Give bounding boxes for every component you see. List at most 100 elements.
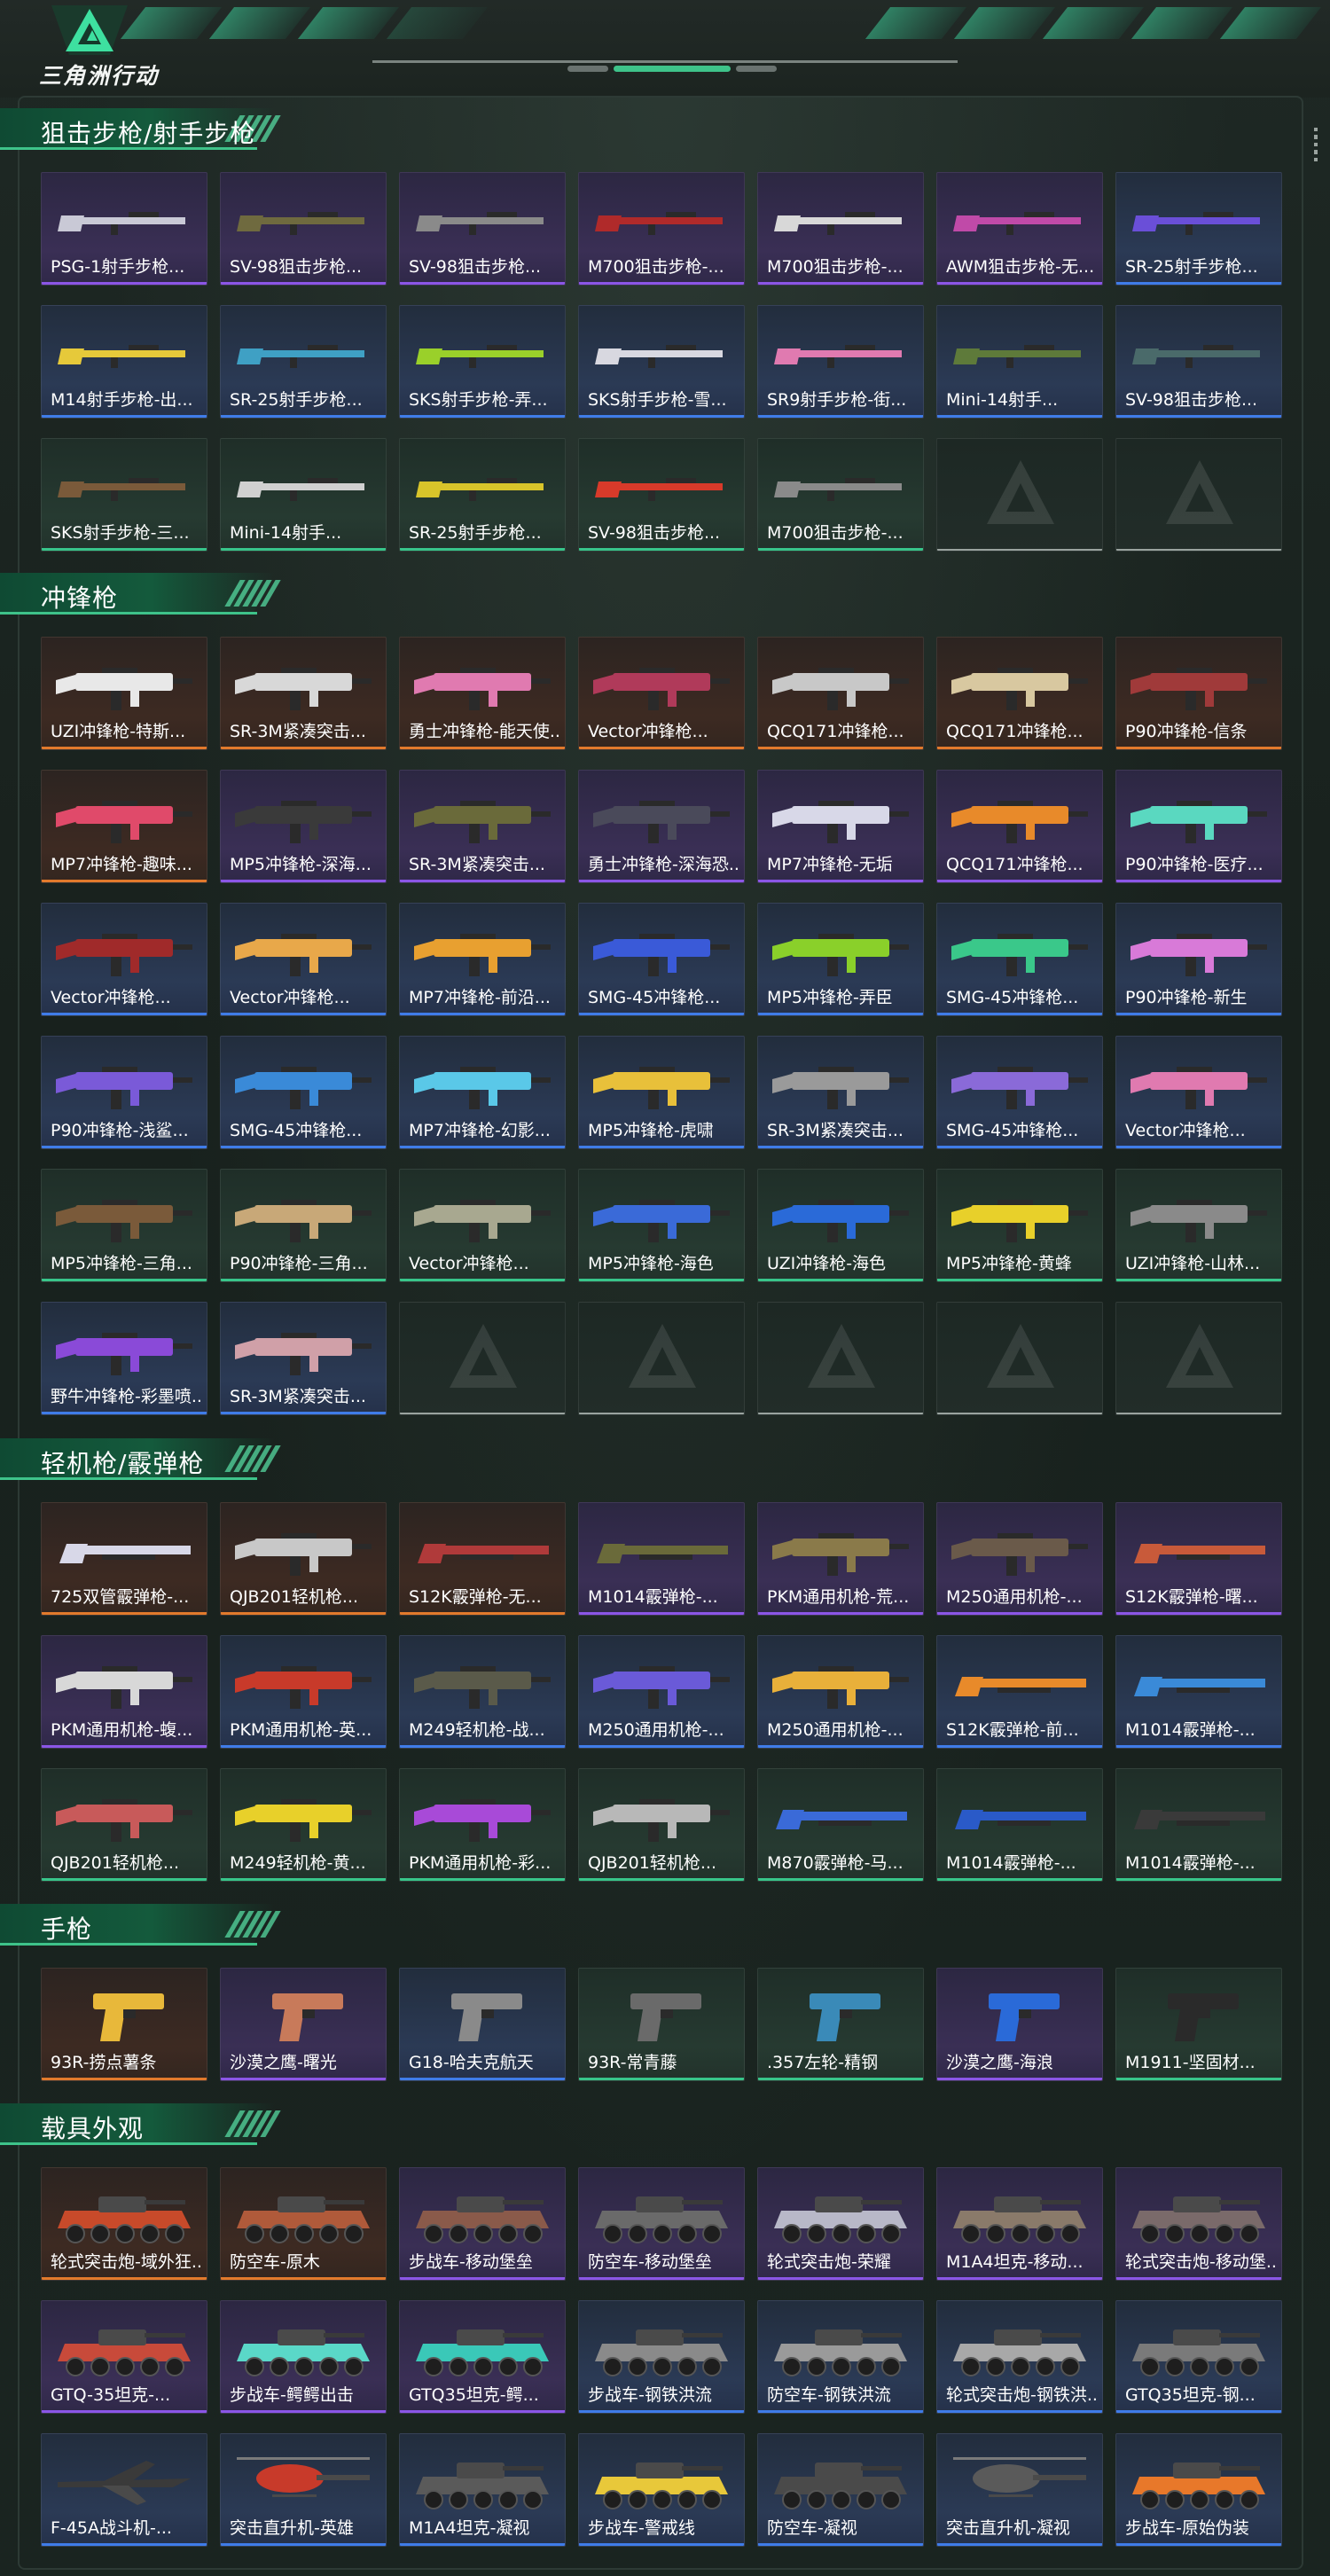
skin-card[interactable]: M1014霰弹枪-...: [1115, 1635, 1282, 1749]
skin-card[interactable]: P90冲锋枪-信条: [1115, 637, 1282, 750]
skin-card[interactable]: GTQ35坦克-钢...: [1115, 2300, 1282, 2414]
skin-card[interactable]: MP7冲锋枪-幻影...: [399, 1036, 566, 1149]
skin-card[interactable]: M250通用机枪-...: [578, 1635, 745, 1749]
skin-card[interactable]: M700狙击步枪-...: [578, 172, 745, 286]
skin-card[interactable]: 步战车-移动堡垒: [399, 2167, 566, 2281]
skin-card[interactable]: QCQ171冲锋枪...: [757, 637, 924, 750]
skin-card[interactable]: Mini-14射手...: [220, 438, 387, 552]
skin-card[interactable]: 93R-捞点薯条: [41, 1968, 207, 2081]
skin-card[interactable]: 步战车-原始伪装: [1115, 2433, 1282, 2547]
skin-card[interactable]: M700狙击步枪-...: [757, 172, 924, 286]
skin-card[interactable]: Vector冲锋枪...: [1115, 1036, 1282, 1149]
skin-card[interactable]: 步战车-鳄鳄出击: [220, 2300, 387, 2414]
skin-card[interactable]: .357左轮-精钢: [757, 1968, 924, 2081]
skin-card[interactable]: M700狙击步枪-...: [757, 438, 924, 552]
skin-card[interactable]: AWM狙击步枪-无...: [936, 172, 1103, 286]
skin-card[interactable]: QCQ171冲锋枪...: [936, 637, 1103, 750]
skin-card[interactable]: UZI冲锋枪-山林...: [1115, 1169, 1282, 1282]
skin-card[interactable]: SKS射手步枪-弄...: [399, 305, 566, 419]
skin-card[interactable]: SV-98狙击步枪...: [578, 438, 745, 552]
skin-card[interactable]: MP5冲锋枪-黄蜂: [936, 1169, 1103, 1282]
skin-card[interactable]: MP5冲锋枪-海色: [578, 1169, 745, 1282]
skin-card[interactable]: PKM通用机枪-荒...: [757, 1502, 924, 1616]
skin-card[interactable]: M249轻机枪-黄...: [220, 1768, 387, 1882]
skin-card[interactable]: 沙漠之鹰-曙光: [220, 1968, 387, 2081]
skin-card[interactable]: M1A4坦克-移动...: [936, 2167, 1103, 2281]
skin-card[interactable]: QJB201轻机枪...: [220, 1502, 387, 1616]
skin-card[interactable]: 轮式突击炮-移动堡...: [1115, 2167, 1282, 2281]
skin-card[interactable]: M1A4坦克-凝视: [399, 2433, 566, 2547]
skin-card[interactable]: SR9射手步枪-街...: [757, 305, 924, 419]
skin-card[interactable]: GTQ-35坦克-...: [41, 2300, 207, 2414]
skin-card[interactable]: M250通用机枪-...: [936, 1502, 1103, 1616]
skin-card[interactable]: 93R-常青藤: [578, 1968, 745, 2081]
skin-card[interactable]: 防空车-钢铁洪流: [757, 2300, 924, 2414]
skin-card[interactable]: M249轻机枪-战...: [399, 1635, 566, 1749]
skin-card[interactable]: 勇士冲锋枪-深海恐...: [578, 770, 745, 883]
skin-card[interactable]: SR-25射手步枪...: [1115, 172, 1282, 286]
skin-card[interactable]: 725双管霰弹枪-...: [41, 1502, 207, 1616]
skin-card[interactable]: SV-98狙击步枪...: [220, 172, 387, 286]
skin-card[interactable]: M1014霰弹枪-...: [936, 1768, 1103, 1882]
skin-card[interactable]: SKS射手步枪-三...: [41, 438, 207, 552]
skin-card[interactable]: SKS射手步枪-雪...: [578, 305, 745, 419]
skin-card[interactable]: 沙漠之鹰-海浪: [936, 1968, 1103, 2081]
skin-card[interactable]: UZI冲锋枪-特斯...: [41, 637, 207, 750]
skin-card[interactable]: M1014霰弹枪-...: [1115, 1768, 1282, 1882]
skin-card[interactable]: Vector冲锋枪...: [399, 1169, 566, 1282]
skin-card[interactable]: QCQ171冲锋枪...: [936, 770, 1103, 883]
skin-card[interactable]: MP7冲锋枪-无垢: [757, 770, 924, 883]
skin-card[interactable]: 步战车-钢铁洪流: [578, 2300, 745, 2414]
skin-card[interactable]: MP7冲锋枪-前沿...: [399, 903, 566, 1016]
skin-card[interactable]: GTQ35坦克-鳄...: [399, 2300, 566, 2414]
skin-card[interactable]: M14射手步枪-出...: [41, 305, 207, 419]
skin-card[interactable]: 轮式突击炮-钢铁洪...: [936, 2300, 1103, 2414]
skin-card[interactable]: SMG-45冲锋枪...: [936, 903, 1103, 1016]
skin-card[interactable]: SR-3M紧凑突击...: [220, 1302, 387, 1415]
skin-card[interactable]: M250通用机枪-...: [757, 1635, 924, 1749]
skin-card[interactable]: SR-25射手步枪...: [399, 438, 566, 552]
skin-card[interactable]: M870霰弹枪-马...: [757, 1768, 924, 1882]
skin-card[interactable]: Vector冲锋枪...: [220, 903, 387, 1016]
skin-card[interactable]: Mini-14射手...: [936, 305, 1103, 419]
skin-card[interactable]: PSG-1射手步枪...: [41, 172, 207, 286]
skin-card[interactable]: 野牛冲锋枪-彩墨喷...: [41, 1302, 207, 1415]
skin-card[interactable]: SR-3M紧凑突击...: [220, 637, 387, 750]
skin-card[interactable]: PKM通用机枪-彩...: [399, 1768, 566, 1882]
skin-card[interactable]: 轮式突击炮-域外狂...: [41, 2167, 207, 2281]
skin-card[interactable]: MP5冲锋枪-虎啸: [578, 1036, 745, 1149]
skin-card[interactable]: SR-25射手步枪...: [220, 305, 387, 419]
skin-card[interactable]: SR-3M紧凑突击...: [757, 1036, 924, 1149]
skin-card[interactable]: SMG-45冲锋枪...: [220, 1036, 387, 1149]
skin-card[interactable]: SV-98狙击步枪...: [1115, 305, 1282, 419]
skin-card[interactable]: UZI冲锋枪-海色: [757, 1169, 924, 1282]
skin-card[interactable]: SR-3M紧凑突击...: [399, 770, 566, 883]
skin-card[interactable]: QJB201轻机枪...: [578, 1768, 745, 1882]
skin-card[interactable]: 突击直升机-凝视: [936, 2433, 1103, 2547]
scrollbar-handle[interactable]: [1314, 128, 1319, 162]
skin-card[interactable]: P90冲锋枪-浅鲨...: [41, 1036, 207, 1149]
skin-card[interactable]: P90冲锋枪-三角...: [220, 1169, 387, 1282]
skin-card[interactable]: MP5冲锋枪-深海...: [220, 770, 387, 883]
skin-card[interactable]: SV-98狙击步枪...: [399, 172, 566, 286]
skin-card[interactable]: S12K霰弹枪-无...: [399, 1502, 566, 1616]
skin-card[interactable]: PKM通用机枪-蝮...: [41, 1635, 207, 1749]
skin-card[interactable]: SMG-45冲锋枪...: [936, 1036, 1103, 1149]
skin-card[interactable]: 突击直升机-英雄: [220, 2433, 387, 2547]
skin-card[interactable]: 步战车-警戒线: [578, 2433, 745, 2547]
skin-card[interactable]: G18-哈夫克航天: [399, 1968, 566, 2081]
skin-card[interactable]: M1014霰弹枪-...: [578, 1502, 745, 1616]
skin-card[interactable]: P90冲锋枪-医疗...: [1115, 770, 1282, 883]
skin-card[interactable]: 轮式突击炮-荣耀: [757, 2167, 924, 2281]
skin-card[interactable]: Vector冲锋枪...: [41, 903, 207, 1016]
skin-card[interactable]: MP5冲锋枪-三角...: [41, 1169, 207, 1282]
skin-card[interactable]: P90冲锋枪-新生: [1115, 903, 1282, 1016]
skin-card[interactable]: 防空车-凝视: [757, 2433, 924, 2547]
skin-card[interactable]: Vector冲锋枪...: [578, 637, 745, 750]
skin-card[interactable]: MP7冲锋枪-趣味...: [41, 770, 207, 883]
skin-card[interactable]: MP5冲锋枪-弄臣: [757, 903, 924, 1016]
skin-card[interactable]: S12K霰弹枪-前...: [936, 1635, 1103, 1749]
skin-card[interactable]: 勇士冲锋枪-能天使...: [399, 637, 566, 750]
skin-card[interactable]: 防空车-原木: [220, 2167, 387, 2281]
skin-card[interactable]: SMG-45冲锋枪...: [578, 903, 745, 1016]
